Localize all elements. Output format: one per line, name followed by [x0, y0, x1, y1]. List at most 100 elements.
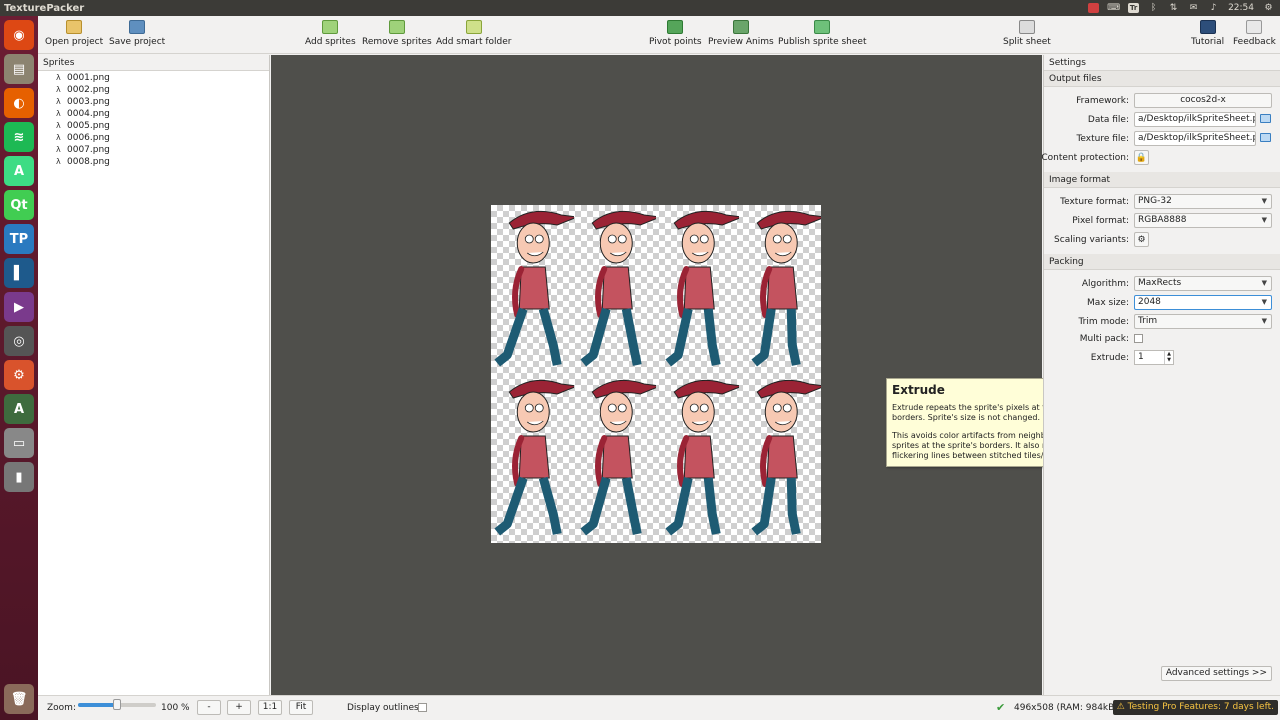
sprite-frame[interactable]: [739, 374, 821, 543]
smart-folder-icon: [465, 20, 482, 34]
sprite-list-item[interactable]: λ 0004.png: [38, 108, 269, 120]
pixel-format-select[interactable]: RGBA8888 ▼: [1134, 213, 1272, 228]
book-icon[interactable]: ▌: [4, 258, 34, 288]
sprite-frame[interactable]: [656, 205, 739, 374]
preview-anims-icon: [732, 20, 749, 34]
pixel-format-label: Pixel format:: [1072, 216, 1129, 226]
pro-trial-badge[interactable]: ⚠ Testing Pro Features: 7 days left.: [1112, 700, 1278, 715]
sprite-frame[interactable]: [491, 374, 574, 543]
power-gear-icon[interactable]: ⚙: [1263, 3, 1274, 13]
recording-icon[interactable]: [1088, 3, 1100, 13]
image-format-heading: Image format: [1044, 172, 1280, 188]
sprite-list-item[interactable]: λ 0005.png: [38, 120, 269, 132]
ubuntu-icon[interactable]: ◉: [4, 20, 34, 50]
updater-icon[interactable]: A: [4, 394, 34, 424]
zoom-slider[interactable]: [78, 699, 156, 710]
save-project-button[interactable]: Save project: [109, 20, 165, 47]
preview-anims-label: Preview Anims: [708, 37, 774, 47]
spin-arrows-icon[interactable]: ▲ ▼: [1164, 351, 1173, 364]
network-icon[interactable]: ⇅: [1168, 3, 1179, 13]
spotify-icon[interactable]: ≋: [4, 122, 34, 152]
pivot-points-button[interactable]: Pivot points: [649, 20, 702, 47]
sprite-list-item[interactable]: λ 0001.png: [38, 72, 269, 84]
keyboard-icon[interactable]: ⌨: [1107, 3, 1120, 13]
multi-pack-checkbox[interactable]: [1134, 334, 1143, 343]
texturepacker-icon[interactable]: TP: [4, 224, 34, 254]
remove-sprites-button[interactable]: Remove sprites: [362, 20, 432, 47]
sprite-file-name: 0001.png: [67, 73, 110, 83]
add-sprites-button[interactable]: Add sprites: [305, 20, 356, 47]
text-indicator-icon[interactable]: Tr: [1128, 3, 1140, 13]
data-file-input[interactable]: a/Desktop/ilkSpriteSheet.plist: [1134, 112, 1256, 127]
tutorial-button[interactable]: Tutorial: [1191, 20, 1224, 47]
qt-creator-icon[interactable]: Qt: [4, 190, 34, 220]
sprite-frame[interactable]: [574, 205, 656, 374]
algorithm-row: Algorithm: MaxRects ▼: [1044, 275, 1280, 294]
bluetooth-icon[interactable]: ᛒ: [1148, 3, 1159, 13]
pivot-points-icon: [667, 20, 684, 34]
framework-button[interactable]: cocos2d-x: [1134, 93, 1272, 108]
sprite-thumbnail-icon: λ: [56, 109, 61, 118]
data-file-folder-icon[interactable]: [1260, 114, 1271, 123]
graduation-cap-icon: [1199, 20, 1216, 34]
texture-file-folder-icon[interactable]: [1260, 133, 1271, 142]
sprite-file-name: 0006.png: [67, 133, 110, 143]
max-size-combobox[interactable]: 2048 ▼: [1134, 295, 1272, 310]
extrude-spinbox[interactable]: 1 ▲ ▼: [1134, 350, 1174, 365]
texture-file-input[interactable]: a/Desktop/ilkSpriteSheet.png: [1134, 131, 1256, 146]
drive-icon[interactable]: ▭: [4, 428, 34, 458]
gear-icon[interactable]: ⚙: [1134, 232, 1149, 247]
sprite-sheet-canvas[interactable]: [271, 55, 1042, 695]
trim-mode-select[interactable]: Trim ▼: [1134, 314, 1272, 329]
advanced-settings-button[interactable]: Advanced settings >>: [1160, 666, 1272, 681]
android-studio-icon[interactable]: A: [4, 156, 34, 186]
pixel-format-row: Pixel format: RGBA8888 ▼: [1044, 212, 1280, 231]
extrude-row: Extrude: 1 ▲ ▼: [1044, 349, 1280, 368]
sheet-info: 496x508 (RAM: 984kB): [1014, 703, 1118, 713]
split-sheet-button[interactable]: Split sheet: [1003, 20, 1051, 47]
sprite-list-item[interactable]: λ 0006.png: [38, 132, 269, 144]
sprite-thumbnail-icon: λ: [56, 145, 61, 154]
trim-mode-value: Trim: [1138, 316, 1158, 326]
system-tray: ⌨ Tr ᛒ ⇅ ✉ ♪ 22:54 ⚙: [1088, 3, 1280, 13]
files-icon[interactable]: ▤: [4, 54, 34, 84]
sprite-frame[interactable]: [739, 205, 821, 374]
chevron-down-icon: ▼: [1261, 197, 1267, 205]
mail-icon[interactable]: ✉: [1188, 3, 1199, 13]
feedback-button[interactable]: Feedback: [1233, 20, 1276, 47]
zoom-in-button[interactable]: +: [227, 700, 251, 715]
open-project-button[interactable]: Open project: [45, 20, 103, 47]
sprite-sheet-preview[interactable]: [491, 205, 821, 543]
volume-icon[interactable]: ♪: [1208, 3, 1219, 13]
add-smart-folder-button[interactable]: Add smart folder: [436, 20, 511, 47]
lock-icon[interactable]: 🔒: [1134, 150, 1149, 165]
settings-icon[interactable]: ⚙: [4, 360, 34, 390]
camera-icon[interactable]: ◎: [4, 326, 34, 356]
zoom-slider-handle[interactable]: [113, 699, 121, 710]
preview-anims-button[interactable]: Preview Anims: [708, 20, 774, 47]
sprite-list-item[interactable]: λ 0003.png: [38, 96, 269, 108]
checkmark-icon: ✔: [996, 701, 1006, 714]
data-file-row: Data file: a/Desktop/ilkSpriteSheet.plis…: [1044, 111, 1280, 130]
sprite-frame[interactable]: [574, 374, 656, 543]
video-icon[interactable]: ▶: [4, 292, 34, 322]
sprite-frame[interactable]: [656, 374, 739, 543]
display-outlines-checkbox[interactable]: [418, 703, 427, 712]
zoom-1to1-button[interactable]: 1:1: [258, 700, 282, 715]
sprite-list-item[interactable]: λ 0002.png: [38, 84, 269, 96]
sprite-list-item[interactable]: λ 0007.png: [38, 144, 269, 156]
publish-sprite-sheet-button[interactable]: Publish sprite sheet: [778, 20, 866, 47]
zoom-out-button[interactable]: -: [197, 700, 221, 715]
algorithm-label: Algorithm:: [1081, 279, 1129, 289]
texture-format-select[interactable]: PNG-32 ▼: [1134, 194, 1272, 209]
clock[interactable]: 22:54: [1228, 3, 1254, 13]
sprite-frame[interactable]: [491, 205, 574, 374]
sprite-list-item[interactable]: λ 0008.png: [38, 156, 269, 168]
max-size-row: Max size: 2048 ▼: [1044, 294, 1280, 313]
trash-icon[interactable]: 🗑: [4, 684, 34, 714]
usb-icon[interactable]: ▮: [4, 462, 34, 492]
algorithm-select[interactable]: MaxRects ▼: [1134, 276, 1272, 291]
zoom-fit-button[interactable]: Fit: [289, 700, 313, 715]
firefox-icon[interactable]: ◐: [4, 88, 34, 118]
zoom-label: Zoom:: [47, 703, 76, 713]
